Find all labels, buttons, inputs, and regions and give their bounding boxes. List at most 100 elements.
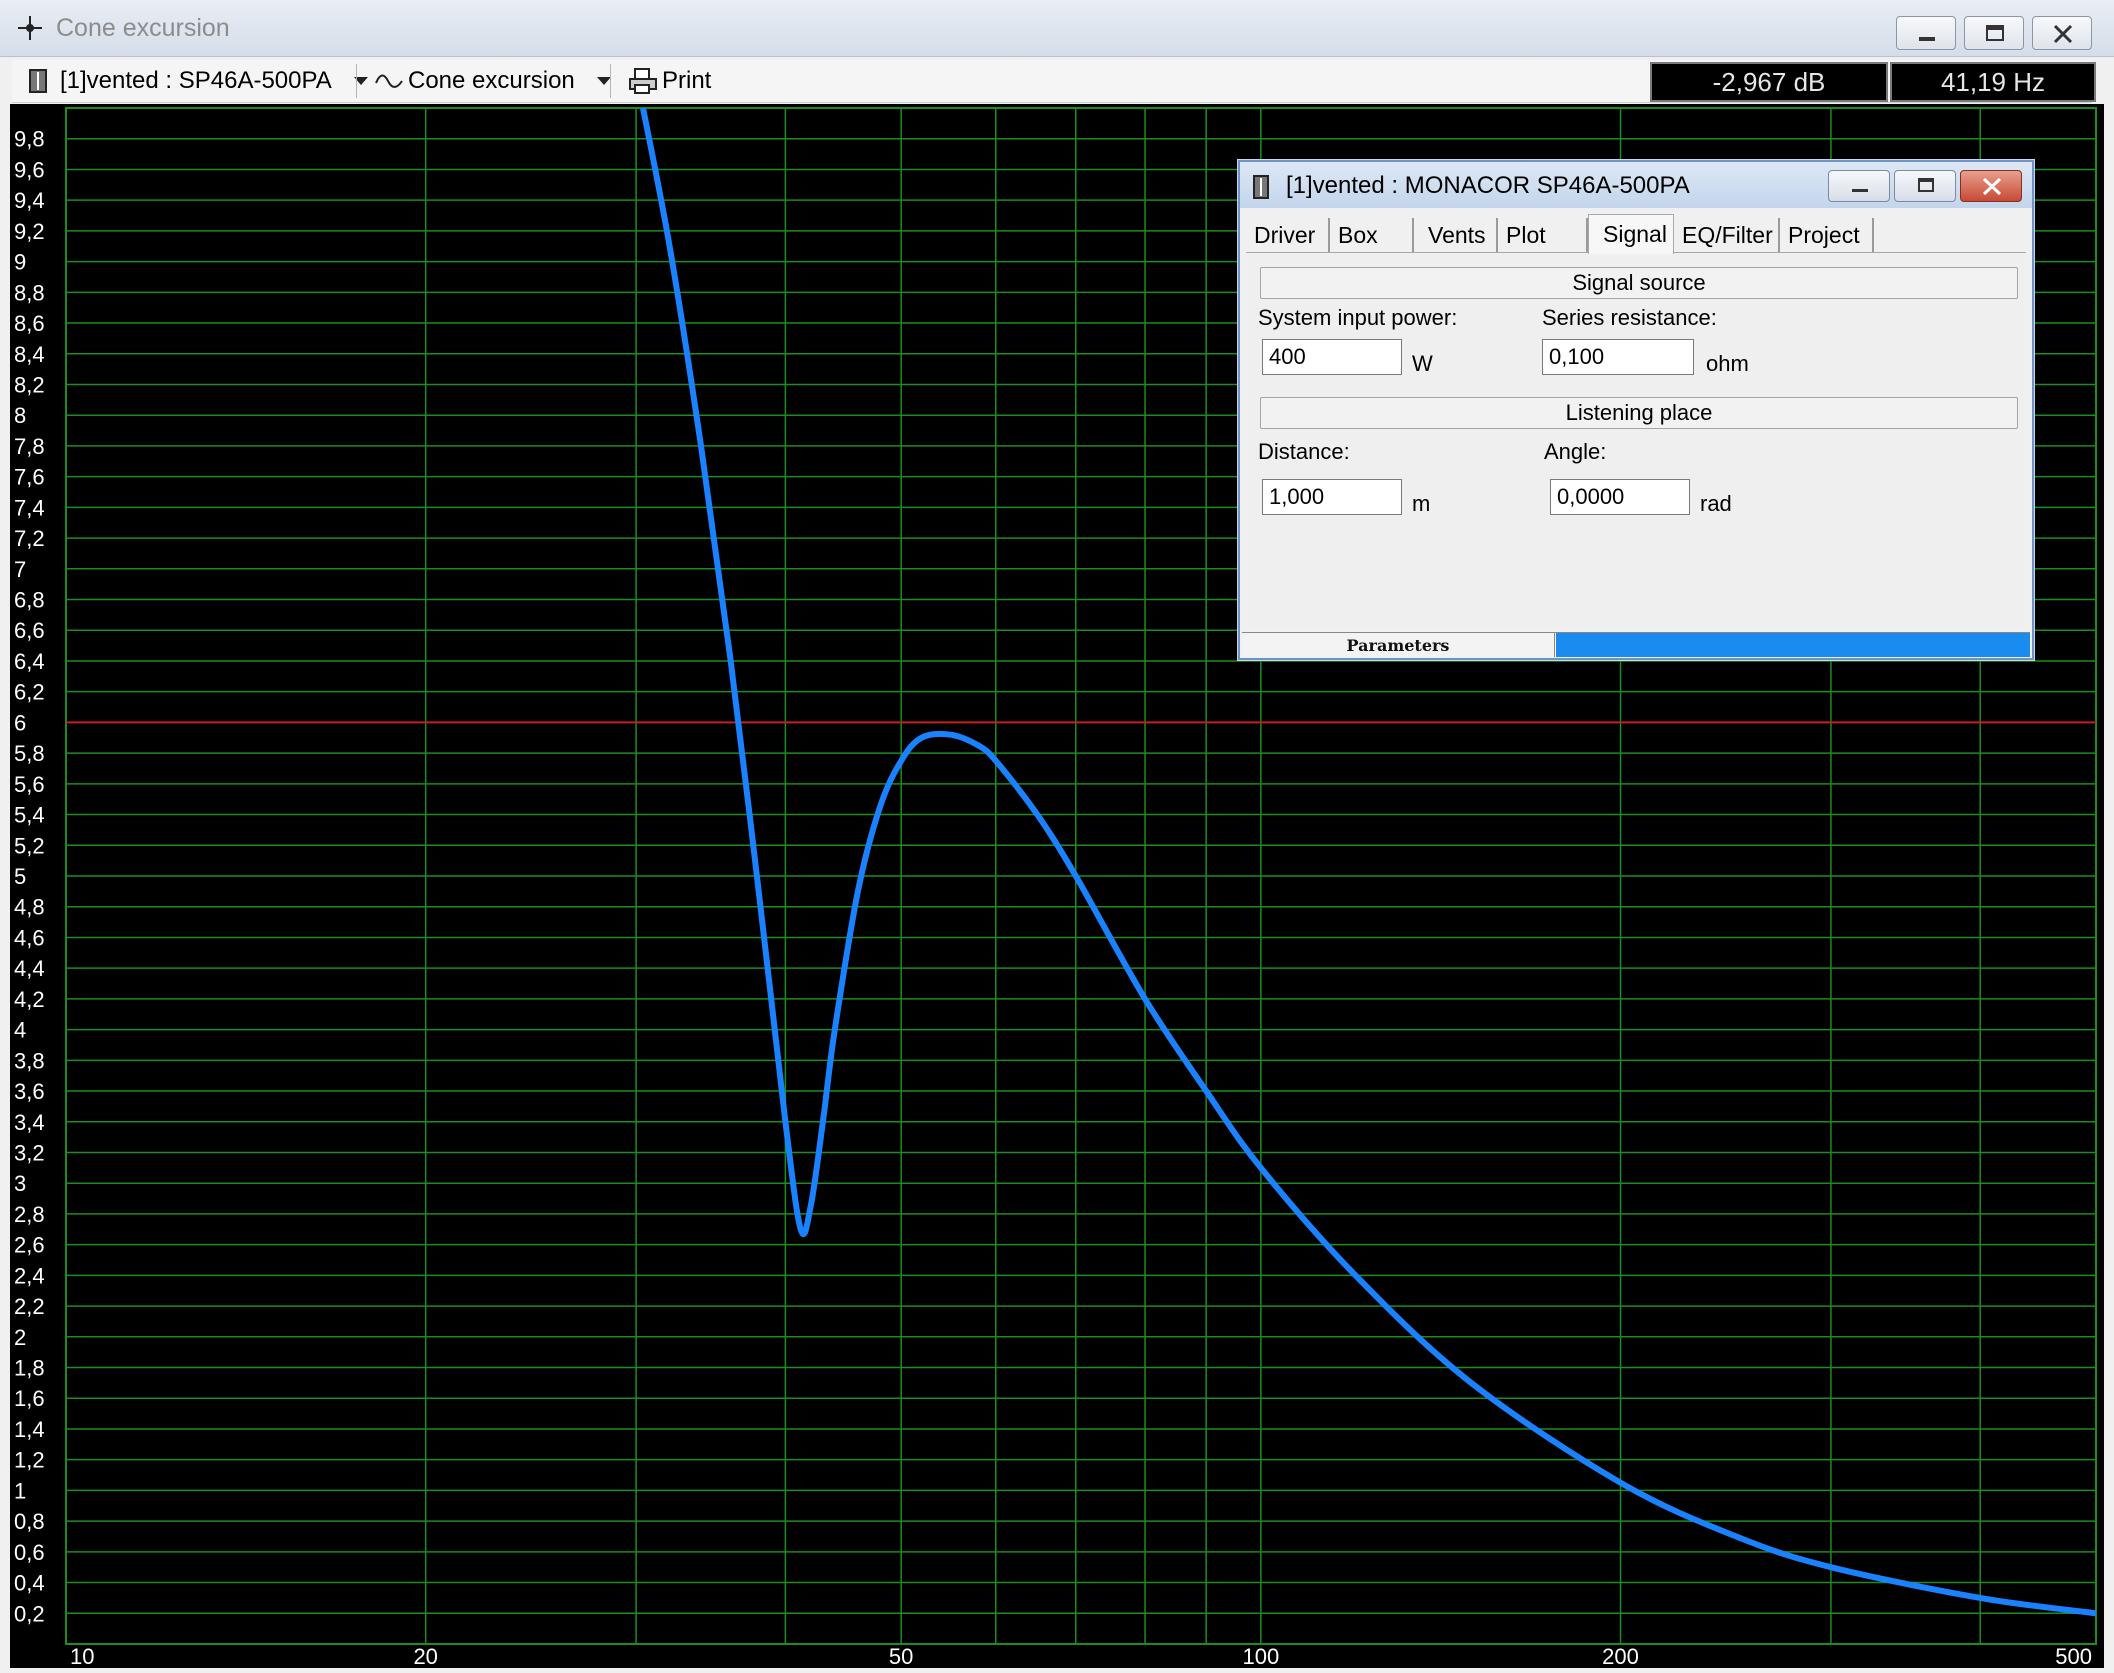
tab-project[interactable]: Project <box>1780 218 1874 252</box>
tab-eq-filter[interactable]: EQ/Filter <box>1674 218 1780 252</box>
y-tick-label: 5,4 <box>14 803 45 828</box>
main-titlebar: Cone excursion <box>0 0 2114 57</box>
y-tick-label: 6 <box>14 710 26 735</box>
project-label: [1]vented : SP46A-500PA <box>60 67 332 94</box>
y-tick-label: 3,8 <box>14 1048 45 1073</box>
dialog-tabs: Driver Box Vents Plot Signal EQ/Filter P… <box>1246 214 2026 254</box>
y-tick-label: 1,8 <box>14 1356 45 1381</box>
y-tick-label: 2,2 <box>14 1294 45 1319</box>
distance-unit: m <box>1412 491 1431 516</box>
y-tick-label: 4,8 <box>14 895 45 920</box>
dialog-minimize-button[interactable] <box>1828 170 1890 202</box>
y-tick-label: 2,6 <box>14 1233 45 1258</box>
project-dropdown[interactable]: [1]vented : SP46A-500PA <box>28 60 372 102</box>
close-icon <box>1982 177 2002 196</box>
series-resistance-input[interactable] <box>1542 339 1694 375</box>
y-tick-label: 0,2 <box>14 1601 45 1626</box>
close-button[interactable] <box>2032 16 2092 50</box>
close-icon <box>2053 24 2073 44</box>
tab-signal[interactable]: Signal <box>1588 214 1674 254</box>
y-tick-label: 9,6 <box>14 157 45 182</box>
dialog-restore-button[interactable] <box>1894 170 1956 202</box>
y-tick-label: 7,8 <box>14 434 45 459</box>
y-tick-label: 7 <box>14 557 26 582</box>
driver-dialog: [1]vented : MONACOR SP46A-500PA Driver B… <box>1238 160 2034 660</box>
angle-unit: rad <box>1700 491 1732 516</box>
restore-icon <box>1986 25 2004 41</box>
y-tick-label: 9 <box>14 250 26 275</box>
x-tick-label: 200 <box>1602 1644 1639 1668</box>
y-tick-label: 5 <box>14 864 26 889</box>
tab-box[interactable]: Box <box>1330 218 1414 252</box>
power-unit: W <box>1412 351 1433 376</box>
y-tick-label: 0,8 <box>14 1509 45 1534</box>
y-tick-label: 8,2 <box>14 372 45 397</box>
y-tick-label: 6,4 <box>14 649 45 674</box>
y-tick-label: 9,2 <box>14 219 45 244</box>
view-dropdown[interactable]: Cone excursion <box>374 60 615 102</box>
series-resistance-label: Series resistance: <box>1542 305 1717 330</box>
y-tick-label: 7,2 <box>14 526 45 551</box>
y-tick-label: 2,4 <box>14 1263 45 1288</box>
y-tick-label: 8,8 <box>14 280 45 305</box>
restore-icon <box>1918 178 1934 192</box>
x-tick-label: 50 <box>889 1644 913 1668</box>
speaker-icon <box>1253 175 1269 199</box>
minimize-button[interactable] <box>1896 16 1956 50</box>
y-tick-label: 2 <box>14 1325 26 1350</box>
minimize-icon <box>1919 37 1935 41</box>
minimize-icon <box>1852 189 1868 192</box>
y-tick-label: 1,6 <box>14 1386 45 1411</box>
dialog-close-button[interactable] <box>1960 170 2022 202</box>
crosshair-icon <box>18 16 42 40</box>
y-tick-label: 8,4 <box>14 342 45 367</box>
chevron-down-icon <box>596 77 611 85</box>
chevron-down-icon <box>353 77 368 85</box>
y-tick-label: 6,2 <box>14 680 45 705</box>
level-readout: -2,967 dB <box>1650 62 1888 102</box>
y-tick-label: 6,6 <box>14 618 45 643</box>
y-tick-label: 5,6 <box>14 772 45 797</box>
tab-driver[interactable]: Driver <box>1246 218 1330 252</box>
frequency-readout: 41,19 Hz <box>1890 62 2096 102</box>
y-tick-label: 7,6 <box>14 465 45 490</box>
x-tick-label: 10 <box>70 1644 94 1668</box>
printer-icon <box>629 68 657 94</box>
y-tick-label: 3,4 <box>14 1110 45 1135</box>
angle-input[interactable] <box>1550 479 1690 515</box>
distance-input[interactable] <box>1262 479 1402 515</box>
toolbar-separator <box>356 64 357 98</box>
dialog-title: [1]vented : MONACOR SP46A-500PA <box>1286 172 1690 199</box>
x-tick-label: 100 <box>1242 1644 1279 1668</box>
y-tick-label: 5,8 <box>14 741 45 766</box>
y-tick-label: 3,6 <box>14 1079 45 1104</box>
tab-vents[interactable]: Vents <box>1414 218 1498 252</box>
print-label: Print <box>662 67 712 94</box>
y-tick-label: 1,2 <box>14 1448 45 1473</box>
y-tick-label: 5,2 <box>14 833 45 858</box>
speaker-icon <box>29 69 47 93</box>
status-progress <box>1556 633 2030 657</box>
y-tick-label: 1,4 <box>14 1417 45 1442</box>
system-input-power-label: System input power: <box>1258 305 1458 330</box>
y-tick-label: 4,2 <box>14 987 45 1012</box>
x-tick-label: 20 <box>413 1644 437 1668</box>
y-tick-label: 7,4 <box>14 495 45 520</box>
y-tick-label: 0,6 <box>14 1540 45 1565</box>
angle-label: Angle: <box>1544 439 1607 464</box>
print-button[interactable]: Print <box>628 60 711 102</box>
y-tick-label: 8,6 <box>14 311 45 336</box>
status-label: Parameters <box>1242 633 1555 657</box>
y-tick-label: 4,6 <box>14 925 45 950</box>
resistance-unit: ohm <box>1706 351 1749 376</box>
restore-button[interactable] <box>1964 16 2024 50</box>
y-tick-label: 4,4 <box>14 956 45 981</box>
y-tick-label: 6,8 <box>14 588 45 613</box>
y-tick-label: 3 <box>14 1171 26 1196</box>
system-input-power-input[interactable] <box>1262 339 1402 375</box>
y-tick-label: 8 <box>14 403 26 428</box>
listening-place-header: Listening place <box>1260 397 2018 429</box>
y-tick-label: 2,8 <box>14 1202 45 1227</box>
dialog-titlebar: [1]vented : MONACOR SP46A-500PA <box>1240 162 2032 208</box>
tab-plot[interactable]: Plot <box>1498 218 1588 252</box>
